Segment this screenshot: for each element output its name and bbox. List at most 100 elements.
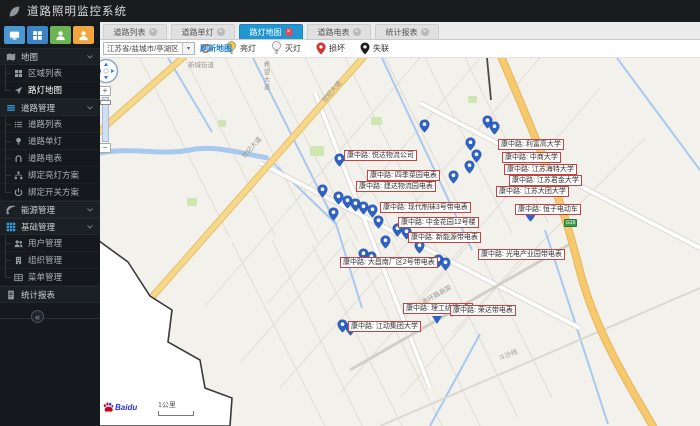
sidebar-item-1-2[interactable]: 道路电表 — [0, 150, 100, 167]
lamp-marker-pin[interactable] — [328, 207, 339, 221]
user-icon — [55, 30, 66, 41]
legend-label: 灭灯 — [285, 44, 301, 53]
bulb-icon — [271, 41, 282, 56]
lamp-group-label[interactable]: 康中路: 利富高大学 — [498, 139, 564, 150]
road-name-label: 斗沙线 — [497, 348, 519, 363]
tab-2[interactable]: 路灯地图 × — [239, 24, 303, 39]
lamp-group-label[interactable]: 康中路: 大昌南厂区2号带电表 — [340, 257, 438, 268]
lamp-group-label[interactable]: 康中路: 光电产业园带电表 — [478, 249, 565, 260]
sidebar-item-0-0[interactable]: 区域列表 — [0, 65, 100, 82]
sidebar-quick-buttons — [0, 22, 100, 48]
pin-icon — [360, 42, 370, 55]
tab-close-icon[interactable]: × — [216, 28, 225, 36]
lamp-marker-pin[interactable] — [419, 119, 430, 133]
sidebar-item-1-4[interactable]: 绑定开关方案 — [0, 184, 100, 201]
sidebar-item-1-0[interactable]: 道路列表 — [0, 116, 100, 133]
grid-icon — [14, 69, 23, 78]
app-root: 道路照明监控系统 地图 区域列表 路灯地图 道路管理道路列表道路单灯道路电表绑定亮灯方… — [0, 0, 700, 426]
tab-close-icon[interactable]: × — [148, 28, 157, 36]
quick-button-2[interactable] — [27, 26, 48, 44]
quick-button-4[interactable] — [73, 26, 94, 44]
sidebar-item-0-1[interactable]: 路灯地图 — [0, 82, 100, 99]
lamp-group-label[interactable]: 康中路: 江苏君金大学 — [509, 175, 582, 186]
tab-0[interactable]: 道路列表 × — [103, 24, 167, 39]
legend-label: 亮灯 — [240, 44, 256, 53]
refresh-map-button[interactable]: 刷新地图 — [200, 43, 232, 54]
zoom-slider-handle[interactable] — [100, 100, 111, 105]
tab-3[interactable]: 道路电表 × — [307, 24, 371, 39]
sidebar-item-3-1[interactable]: 组织管理 — [0, 252, 100, 269]
lamp-marker-pin[interactable] — [464, 160, 475, 174]
report-icon — [6, 290, 16, 300]
sidebar-collapse-button[interactable]: « — [0, 307, 100, 329]
lamp-group-label[interactable]: 康中路: 江苏大团大学 — [496, 186, 569, 197]
sidebar-item-label: 道路列表 — [28, 119, 63, 129]
sidebar-menu: 地图 区域列表 路灯地图 道路管理道路列表道路单灯道路电表绑定亮灯方案绑定开关方案 能源… — [0, 48, 100, 303]
lamp-group-label[interactable]: 康中路: 四季菜园电表 — [367, 170, 440, 181]
tab-bar: 道路列表 × 道路单灯 × 路灯地图 × 道路电表 × 统计报表 × — [100, 22, 700, 40]
grid-icon — [32, 30, 43, 41]
sidebar-item-3-0[interactable]: 用户管理 — [0, 235, 100, 252]
map-scale-label: 1公里 — [158, 402, 176, 409]
lamp-marker-pin[interactable] — [373, 215, 384, 229]
lamp-marker-pin[interactable] — [380, 235, 391, 249]
region-select[interactable]: 江苏省/盐城市/亭湖区 ▾ — [103, 42, 195, 55]
map-pan-control[interactable] — [100, 58, 119, 89]
meter-icon — [14, 154, 23, 163]
sidebar-section-1[interactable]: 道路管理 — [0, 99, 100, 116]
quick-button-1[interactable] — [4, 26, 25, 44]
lamp-group-label[interactable]: 康中路: 荣达带电表 — [450, 305, 516, 316]
pin-icon — [316, 42, 326, 55]
list-icon — [14, 120, 23, 129]
lamp-marker-pin[interactable] — [448, 170, 459, 184]
lamp-group-label[interactable]: 康中路: 现代制袜3号带电表 — [380, 202, 471, 213]
sidebar-subitems: 区域列表 路灯地图 — [0, 65, 100, 99]
sidebar-section-4[interactable]: 统计报表 — [0, 286, 100, 303]
selected-arrow-marker — [432, 316, 442, 324]
lamp-marker-pin[interactable] — [317, 184, 328, 198]
lamp-marker-pin[interactable] — [489, 121, 500, 135]
sidebar-section-0[interactable]: 地图 — [0, 48, 100, 65]
lamp-group-label[interactable]: 康中路: 江苏海特大学 — [504, 164, 577, 175]
sidebar-item-label: 绑定亮灯方案 — [28, 170, 80, 180]
map-toolbar: 江苏省/盐城市/亭湖区 ▾ 刷新地图 亮灯 灭灯 损坏 失联 — [100, 40, 700, 58]
legend-label: 损坏 — [329, 44, 345, 53]
sidebar-subitems: 用户管理组织管理 菜单管理 — [0, 235, 100, 286]
sidebar-section-3[interactable]: 基础管理 — [0, 218, 100, 235]
tab-close-icon[interactable]: × — [284, 28, 293, 36]
tab-1[interactable]: 道路单灯 × — [171, 24, 235, 39]
chevron-down-icon — [86, 223, 94, 231]
chevron-down-icon — [86, 206, 94, 214]
sidebar-item-label: 用户管理 — [28, 238, 63, 248]
lamp-group-label[interactable]: 康中路: 恒子电动车 — [515, 204, 581, 215]
zoom-out-button[interactable]: − — [100, 143, 111, 153]
sidebar-item-1-1[interactable]: 道路单灯 — [0, 133, 100, 150]
tab-4[interactable]: 统计报表 × — [375, 24, 439, 39]
monitor-icon — [9, 30, 20, 41]
sidebar-item-1-3[interactable]: 绑定亮灯方案 — [0, 167, 100, 184]
lamp-group-label[interactable]: 康中路: 新能源带电表 — [408, 232, 481, 243]
sidebar-section-2[interactable]: 能源管理 — [0, 201, 100, 218]
lamp-group-label[interactable]: 康中路: 中金花园12号楼 — [398, 217, 479, 228]
tab-label: 统计报表 — [385, 27, 418, 37]
road-name-label: 世纪大道 — [320, 79, 344, 105]
zoom-in-button[interactable]: + — [100, 86, 111, 96]
map-scale: 1公里 — [158, 400, 194, 416]
lamp-group-label[interactable]: 康中路: 中商大学 — [502, 152, 561, 163]
zoom-slider[interactable] — [100, 97, 111, 142]
bulb-icon — [14, 137, 23, 146]
tab-close-icon[interactable]: × — [420, 28, 429, 36]
title-bar: 道路照明监控系统 — [0, 0, 700, 22]
lamp-marker-pin[interactable] — [440, 257, 451, 271]
sidebar-item-3-2[interactable]: 菜单管理 — [0, 269, 100, 286]
sidebar-item-label: 道路电表 — [28, 153, 63, 163]
map-canvas[interactable]: + − 新城街道 希望大道 世纪大道 世纪大道 南环路高架 斗沙线 G15 康中路: 悦达物流… — [100, 58, 700, 426]
select-caret-icon: ▾ — [182, 43, 194, 54]
legend-item-1: 灭灯 — [271, 41, 301, 56]
tab-close-icon[interactable]: × — [352, 28, 361, 36]
lamp-group-label[interactable]: 康中路: 江动集团大学 — [348, 321, 421, 332]
lamp-group-label[interactable]: 康中路: 建达物流园电表 — [356, 181, 436, 192]
quick-button-3[interactable] — [50, 26, 71, 44]
table-icon — [14, 273, 23, 282]
lamp-group-label[interactable]: 康中路: 悦达物流公司 — [344, 150, 417, 161]
